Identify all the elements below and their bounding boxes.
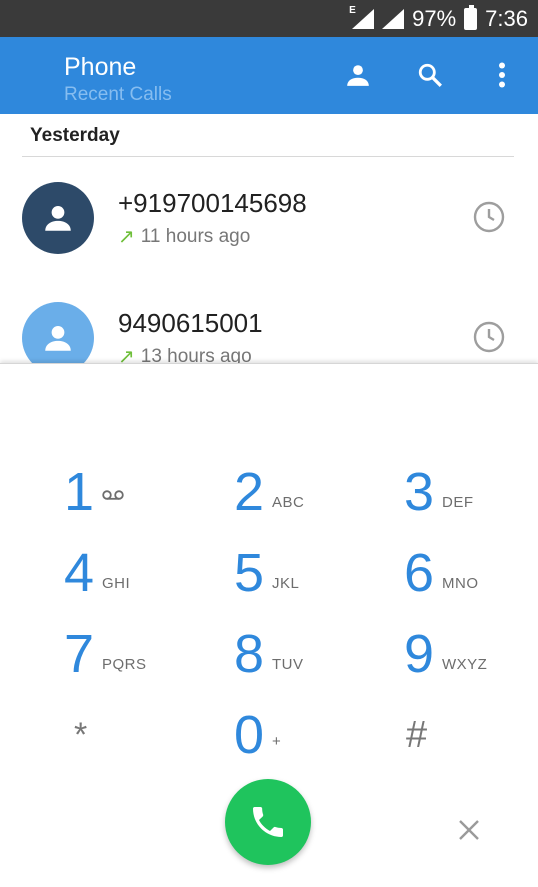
call-log-item[interactable]: +919700145698 ↗ 11 hours ago: [0, 182, 538, 282]
voicemail-icon: [102, 488, 124, 505]
phone-icon: [253, 807, 283, 837]
dial-key-9[interactable]: 9 WXYZ: [404, 622, 538, 692]
avatar[interactable]: [22, 182, 94, 254]
call-button[interactable]: [225, 779, 311, 865]
call-time: 11 hours ago: [140, 225, 251, 247]
dial-key-2[interactable]: 2 ABC: [234, 460, 384, 530]
battery-percent: 97%: [412, 5, 457, 31]
divider: [22, 156, 514, 157]
mobile-data-signal-icon: E: [349, 5, 375, 29]
call-number: 9490615001: [118, 308, 263, 338]
contacts-icon[interactable]: [340, 57, 376, 93]
call-details-clock-icon[interactable]: [472, 200, 506, 234]
close-icon: [459, 820, 479, 840]
dial-key-0[interactable]: 0 +: [234, 703, 384, 773]
overflow-menu-icon[interactable]: [484, 57, 520, 93]
app-title: Phone: [64, 53, 137, 81]
status-bar: E 97% 7:36: [0, 0, 538, 37]
call-number: +919700145698: [118, 188, 307, 218]
dial-key-3[interactable]: 3 DEF: [404, 460, 538, 530]
signal-icon: [382, 8, 405, 29]
battery-icon: [464, 4, 478, 30]
app-subtitle: Recent Calls: [64, 84, 172, 105]
call-details-clock-icon[interactable]: [472, 320, 506, 354]
dial-key-7[interactable]: 7 PQRS: [64, 622, 214, 692]
app-bar: Phone Recent Calls: [0, 37, 538, 114]
dial-key-8[interactable]: 8 TUV: [234, 622, 384, 692]
dial-key-5[interactable]: 5 JKL: [234, 541, 384, 611]
dial-key-6[interactable]: 6 MNO: [404, 541, 538, 611]
dial-key-1[interactable]: 1: [64, 460, 214, 530]
dial-key-hash[interactable]: #: [406, 703, 538, 773]
dial-key-star[interactable]: *: [74, 703, 224, 773]
section-header-date: Yesterday: [30, 125, 120, 146]
clock-time: 7:36: [485, 5, 528, 31]
outgoing-call-icon: ↗: [118, 226, 135, 248]
dial-key-4[interactable]: 4 GHI: [64, 541, 214, 611]
network-type-label: E: [349, 4, 356, 16]
search-icon[interactable]: [412, 57, 448, 93]
clear-digits-button[interactable]: [452, 813, 486, 847]
